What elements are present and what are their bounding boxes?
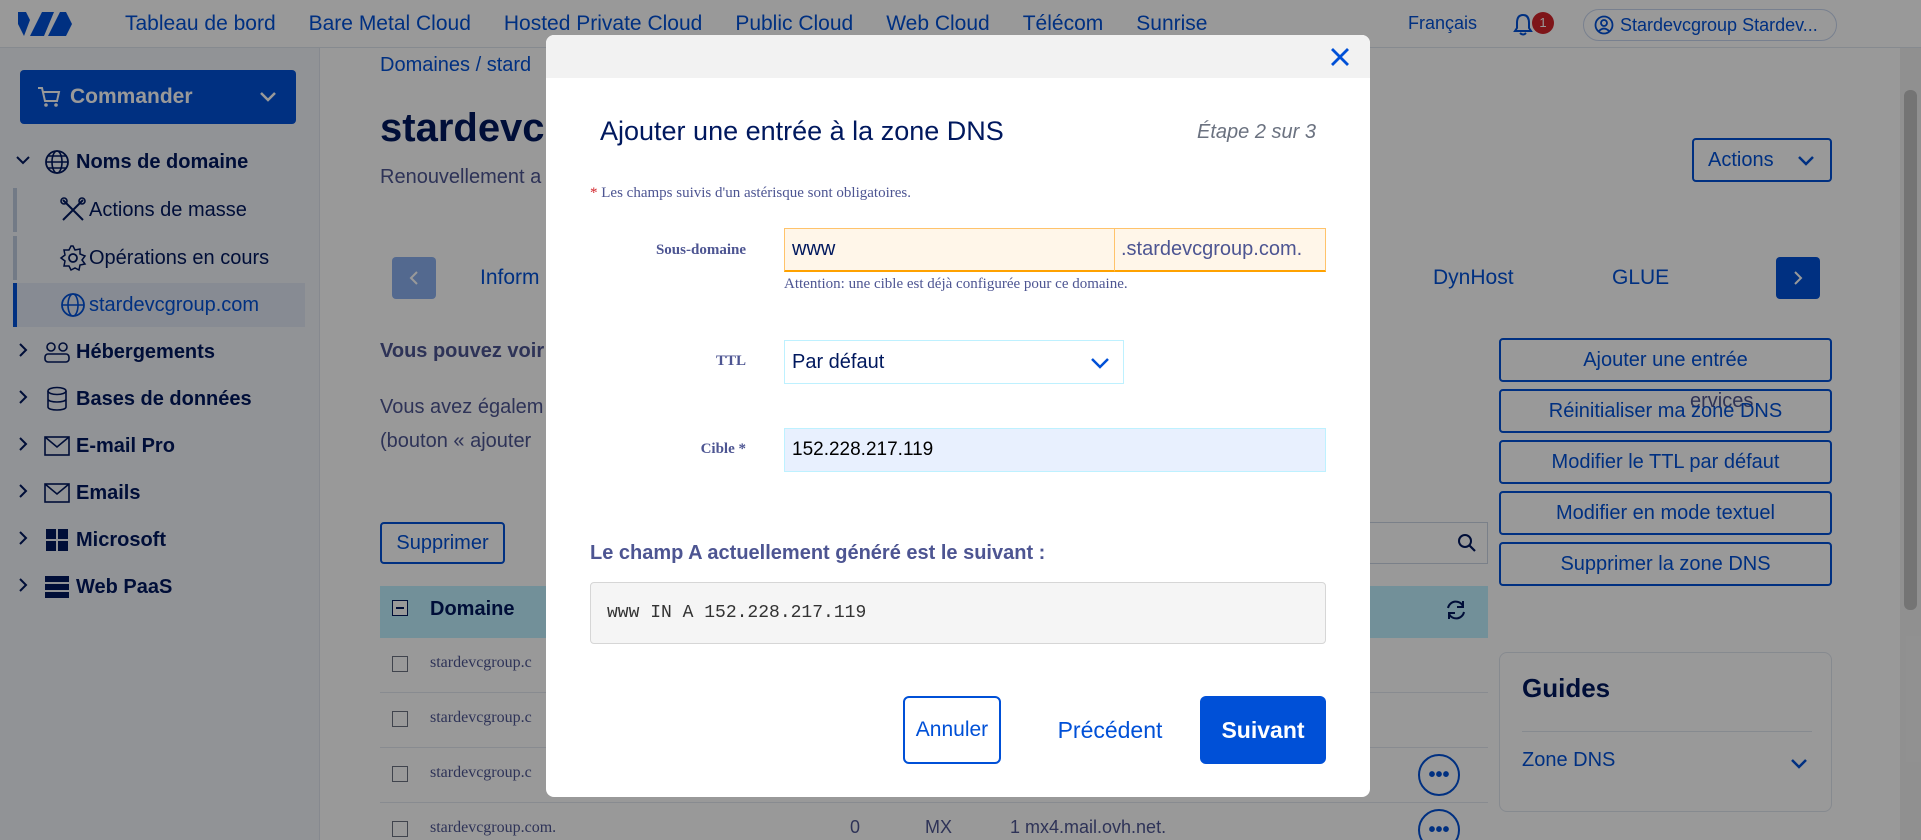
subdomain-suffix: .stardevcgroup.com. <box>1114 228 1326 272</box>
subdomain-input[interactable] <box>784 228 1114 272</box>
required-star: * <box>590 185 598 201</box>
generated-record: www IN A 152.228.217.119 <box>590 582 1326 644</box>
cancel-button[interactable]: Annuler <box>903 696 1001 764</box>
close-icon[interactable] <box>1326 43 1354 71</box>
previous-button[interactable]: Précédent <box>1030 696 1190 764</box>
step-indicator: Étape 2 sur 3 <box>1197 121 1316 143</box>
subdomain-label: Sous-domaine <box>655 242 746 258</box>
modal-header <box>546 35 1370 78</box>
required-note: * Les champs suivis d'un astérisque sont… <box>590 185 911 202</box>
ttl-label: TTL <box>715 353 746 369</box>
subdomain-warning: Attention: une cible est déjà configurée… <box>784 276 1128 292</box>
generated-record-label: Le champ A actuellement généré est le su… <box>590 542 1046 564</box>
target-label: Cible * <box>700 441 746 457</box>
modal-title: Ajouter une entrée à la zone DNS <box>600 116 1004 146</box>
add-dns-entry-modal: Ajouter une entrée à la zone DNS Étape 2… <box>546 35 1370 797</box>
required-note-text: Les champs suivis d'un astérisque sont o… <box>601 185 911 201</box>
ttl-selected-value: Par défaut <box>792 350 885 373</box>
next-button[interactable]: Suivant <box>1200 696 1326 764</box>
chevron-down-icon <box>1091 358 1109 369</box>
target-input[interactable] <box>784 428 1326 472</box>
ttl-select[interactable]: Par défaut <box>784 340 1124 384</box>
